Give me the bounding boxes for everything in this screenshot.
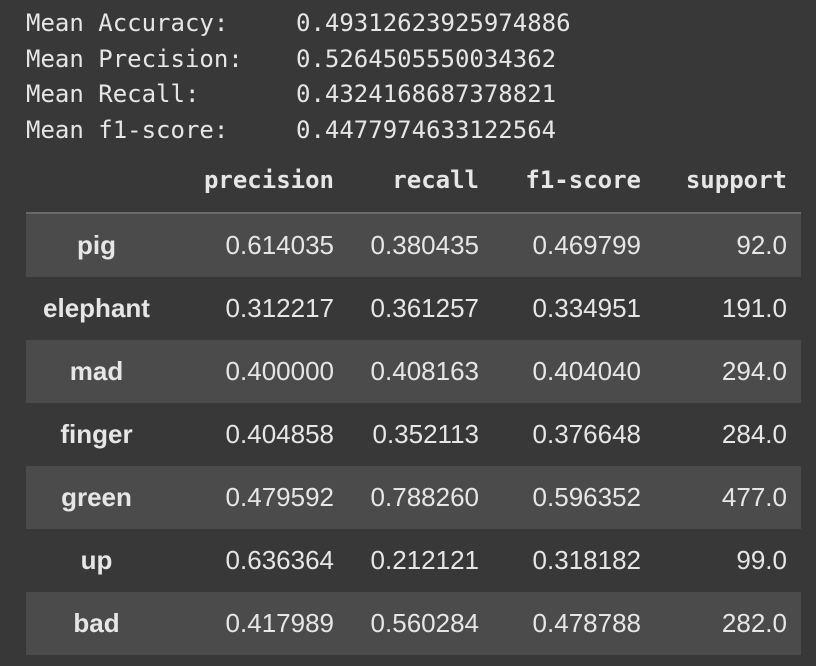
cell-recall: 0.380435: [370, 230, 479, 260]
row-label: up: [80, 545, 113, 575]
table-body: pig 0.614035 0.380435 0.469799 92.0 elep…: [26, 214, 801, 655]
cell-f1-score: 0.318182: [532, 545, 641, 575]
row-label: pig: [77, 230, 116, 260]
row-label: finger: [60, 419, 133, 449]
cell-f1-score: 0.478788: [532, 608, 641, 638]
table-row: finger 0.404858 0.352113 0.376648 284.0: [26, 403, 801, 466]
metric-label: Mean f1-score:: [26, 115, 229, 144]
row-label: bad: [73, 608, 120, 638]
metric-label: Mean Recall:: [26, 80, 200, 108]
cell-f1-score: 0.469799: [532, 230, 641, 260]
cell-support: 477.0: [721, 482, 787, 512]
table-row: green 0.479592 0.788260 0.596352 477.0: [26, 466, 801, 529]
header-support: support: [685, 166, 787, 194]
row-label: mad: [69, 356, 124, 386]
cell-recall: 0.361257: [370, 293, 479, 323]
metric-value: 0.4477974633122564: [296, 115, 557, 144]
table-row: pig 0.614035 0.380435 0.469799 92.0: [26, 214, 801, 277]
cell-precision: 0.312217: [225, 293, 334, 323]
metric-value: 0.5264505550034362: [296, 44, 557, 73]
cell-support: 92.0: [736, 230, 787, 260]
table-header: precision recall f1-score support: [26, 162, 801, 214]
metric-line-recall: Mean Recall: 0.4324168687378821: [26, 77, 571, 113]
metric-line-f1: Mean f1-score: 0.4477974633122564: [26, 113, 571, 149]
cell-precision: 0.400000: [225, 356, 334, 386]
cell-support: 191.0: [721, 293, 787, 323]
cell-precision: 0.636364: [225, 545, 334, 575]
cell-support: 282.0: [721, 608, 787, 638]
cell-recall: 0.212121: [370, 545, 479, 575]
metric-value: 0.4324168687378821: [296, 80, 557, 108]
table-row: elephant 0.312217 0.361257 0.334951 191.…: [26, 277, 801, 340]
cell-f1-score: 0.376648: [532, 419, 641, 449]
metric-line-precision: Mean Precision: 0.5264505550034362: [26, 42, 571, 78]
table-row: mad 0.400000 0.408163 0.404040 294.0: [26, 340, 801, 403]
cell-support: 294.0: [721, 356, 787, 386]
table-row: up 0.636364 0.212121 0.318182 99.0: [26, 529, 801, 592]
cell-recall: 0.560284: [370, 608, 479, 638]
metric-line-accuracy: Mean Accuracy: 0.49312623925974886: [26, 6, 571, 42]
cell-precision: 0.479592: [225, 482, 334, 512]
cell-support: 284.0: [721, 419, 787, 449]
header-f1-score: f1-score: [525, 166, 641, 194]
table-row: bad 0.417989 0.560284 0.478788 282.0: [26, 592, 801, 655]
classification-report-table: precision recall f1-score support pig 0.…: [26, 162, 801, 655]
cell-precision: 0.417989: [225, 608, 334, 638]
cell-recall: 0.788260: [370, 482, 479, 512]
header-precision: precision: [203, 166, 334, 194]
row-label: elephant: [43, 293, 150, 323]
cell-precision: 0.614035: [225, 230, 334, 260]
row-label: green: [61, 482, 132, 512]
cell-precision: 0.404858: [225, 419, 334, 449]
cell-f1-score: 0.404040: [532, 356, 641, 386]
header-recall: recall: [392, 166, 479, 194]
cell-support: 99.0: [736, 545, 787, 575]
cell-f1-score: 0.334951: [532, 293, 641, 323]
cell-recall: 0.352113: [372, 419, 479, 449]
metric-label: Mean Precision:: [26, 44, 243, 73]
metrics-output: Mean Accuracy: 0.49312623925974886 Mean P…: [26, 6, 571, 148]
metric-value: 0.49312623925974886: [296, 9, 571, 37]
cell-recall: 0.408163: [370, 356, 479, 386]
cell-f1-score: 0.596352: [532, 482, 641, 512]
metric-label: Mean Accuracy:: [26, 9, 229, 37]
